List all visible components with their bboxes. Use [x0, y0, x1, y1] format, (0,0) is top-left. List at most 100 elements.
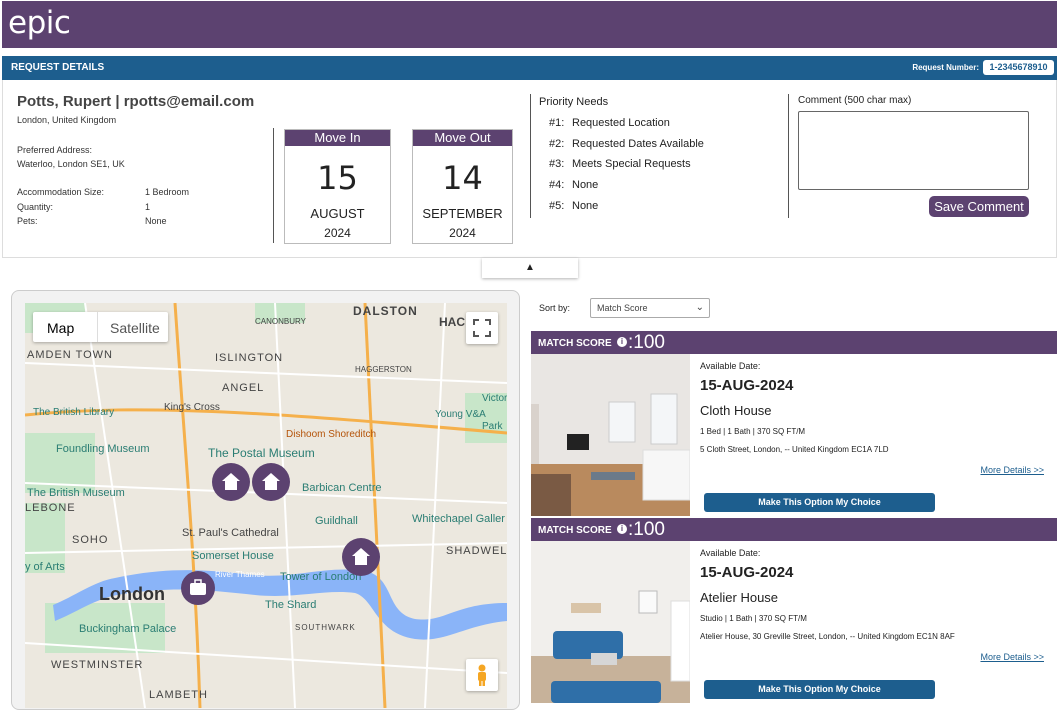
- home-icon: [262, 473, 280, 490]
- chevron-down-icon: ⌄: [695, 302, 704, 313]
- map-label: Barbican Centre: [302, 482, 382, 494]
- info-icon[interactable]: i: [617, 337, 627, 347]
- priority-item-number: #1:: [549, 117, 565, 129]
- map-label: Guildhall: [315, 515, 358, 527]
- accommodation-size-value: 1 Bedroom: [145, 187, 190, 197]
- map-type-control: Map Satellite: [33, 312, 168, 342]
- map-label: LEBONE: [25, 502, 76, 514]
- pets-value: None: [145, 216, 167, 226]
- quantity-value: 1: [145, 202, 151, 212]
- map-label: Park: [482, 421, 503, 432]
- map-label: Somerset House: [192, 550, 274, 562]
- listing-address: Atelier House, 30 Greville Street, Londo…: [700, 632, 955, 641]
- divider: [273, 128, 274, 243]
- map-label: London: [99, 584, 165, 604]
- map-label: WESTMINSTER: [51, 659, 144, 671]
- briefcase-icon: [190, 579, 206, 595]
- sort-select-value: Match Score: [597, 303, 648, 313]
- comment-textarea[interactable]: [798, 111, 1029, 190]
- available-date-label: Available Date:: [700, 548, 761, 558]
- listing-card: MATCH SCORE i :100 Available Date: 15-AU…: [531, 331, 1057, 516]
- priority-item-value: Requested Dates Available: [572, 138, 704, 150]
- sort-select[interactable]: Match Score ⌄: [590, 298, 710, 318]
- match-score-label: MATCH SCORE: [538, 338, 612, 349]
- divider: [788, 94, 789, 218]
- more-details-link[interactable]: More Details >>: [980, 465, 1044, 475]
- office-pin[interactable]: [181, 571, 215, 605]
- listing-specs: Studio | 1 Bath | 370 SQ FT/M: [700, 614, 807, 623]
- home-icon: [222, 473, 240, 490]
- map-label: DALSTON: [353, 304, 418, 318]
- info-icon[interactable]: i: [617, 524, 627, 534]
- comment-label: Comment (500 char max): [798, 95, 912, 106]
- match-score-header: MATCH SCORE i :100: [531, 518, 1057, 541]
- request-number-label: Request Number:: [912, 63, 979, 72]
- collapse-toggle[interactable]: ▲: [482, 258, 578, 278]
- map-label: SOUTHWARK: [295, 623, 356, 632]
- quantity-label: Quantity:: [17, 202, 54, 212]
- preferred-address-value: Waterloo, London SE1, UK: [17, 159, 125, 169]
- map-label: Victoria and Albert: [482, 393, 507, 404]
- move-out-year: 2024: [449, 226, 476, 240]
- priority-item-number: #5:: [549, 200, 565, 212]
- available-date-label: Available Date:: [700, 361, 761, 371]
- map-label: Whitechapel Galler: [412, 513, 505, 525]
- apartment-photo: [531, 541, 690, 703]
- guest-name: Potts, Rupert | rpotts@email.com: [17, 93, 255, 110]
- move-out-label: Move Out: [413, 130, 512, 146]
- map-panel: DALSTON CANONBURY HAC AMDEN TOWN ISLINGT…: [11, 290, 520, 710]
- map-label: HAC: [439, 315, 465, 329]
- map-type-map[interactable]: Map: [47, 320, 74, 336]
- match-score-value: :100: [628, 332, 665, 353]
- priority-needs-title: Priority Needs: [539, 96, 609, 108]
- street-view-button[interactable]: [466, 659, 498, 691]
- guest-location: London, United Kingdom: [17, 115, 117, 125]
- listing-name: Cloth House: [700, 403, 772, 418]
- listing-photo[interactable]: [531, 541, 690, 703]
- map-label: The Shard: [265, 599, 317, 611]
- map-label: St. Paul's Cathedral: [182, 527, 279, 539]
- sort-label: Sort by:: [539, 303, 571, 313]
- map-type-satellite[interactable]: Satellite: [110, 320, 160, 336]
- priority-item-value: None: [572, 200, 599, 212]
- fullscreen-icon: [473, 319, 491, 337]
- property-pin[interactable]: [342, 538, 380, 576]
- preferred-address-label: Preferred Address:: [17, 145, 93, 155]
- listing-name: Atelier House: [700, 590, 779, 605]
- map-label: ANGEL: [222, 382, 265, 394]
- property-pin[interactable]: [212, 463, 250, 501]
- app-logo[interactable]: epic: [8, 5, 71, 41]
- map-label: CANONBURY: [255, 317, 306, 326]
- fullscreen-button[interactable]: [466, 312, 498, 344]
- map-label: y of Arts: [25, 561, 65, 573]
- map-label: HAGGERSTON: [355, 365, 412, 374]
- map-canvas[interactable]: DALSTON CANONBURY HAC AMDEN TOWN ISLINGT…: [25, 303, 507, 708]
- save-comment-button[interactable]: Save Comment: [929, 196, 1029, 217]
- choose-option-button[interactable]: Make This Option My Choice: [704, 680, 935, 699]
- move-out-month: SEPTEMBER: [422, 206, 503, 221]
- match-score-value: :100: [628, 519, 665, 540]
- move-in-label: Move In: [285, 130, 390, 146]
- apartment-photo: [531, 354, 690, 516]
- map-label: The British Museum: [27, 487, 125, 499]
- choose-option-button[interactable]: Make This Option My Choice: [704, 493, 935, 512]
- move-out-card: Move Out 14 SEPTEMBER 2024: [412, 129, 513, 244]
- listing-specs: 1 Bed | 1 Bath | 370 SQ FT/M: [700, 427, 806, 436]
- map-label: SHADWELL: [446, 545, 507, 557]
- map-label: The Postal Museum: [208, 446, 315, 460]
- map-label: Young V&A: [435, 409, 486, 420]
- match-score-label: MATCH SCORE: [538, 525, 612, 536]
- property-pin[interactable]: [252, 463, 290, 501]
- map-label: River Thames: [215, 570, 265, 579]
- move-in-year: 2024: [324, 226, 351, 240]
- priority-item-value: None: [572, 179, 599, 191]
- pets-label: Pets:: [17, 216, 38, 226]
- map-label: The British Library: [33, 407, 115, 418]
- map-label: King's Cross: [164, 402, 220, 413]
- request-details-bar: REQUEST DETAILS Request Number: 1-234567…: [2, 56, 1057, 80]
- map-label: Dishoom Shoreditch: [286, 429, 377, 440]
- more-details-link[interactable]: More Details >>: [980, 652, 1044, 662]
- priority-item-value: Requested Location: [572, 117, 670, 129]
- listing-photo[interactable]: [531, 354, 690, 516]
- map-label: Buckingham Palace: [79, 623, 177, 635]
